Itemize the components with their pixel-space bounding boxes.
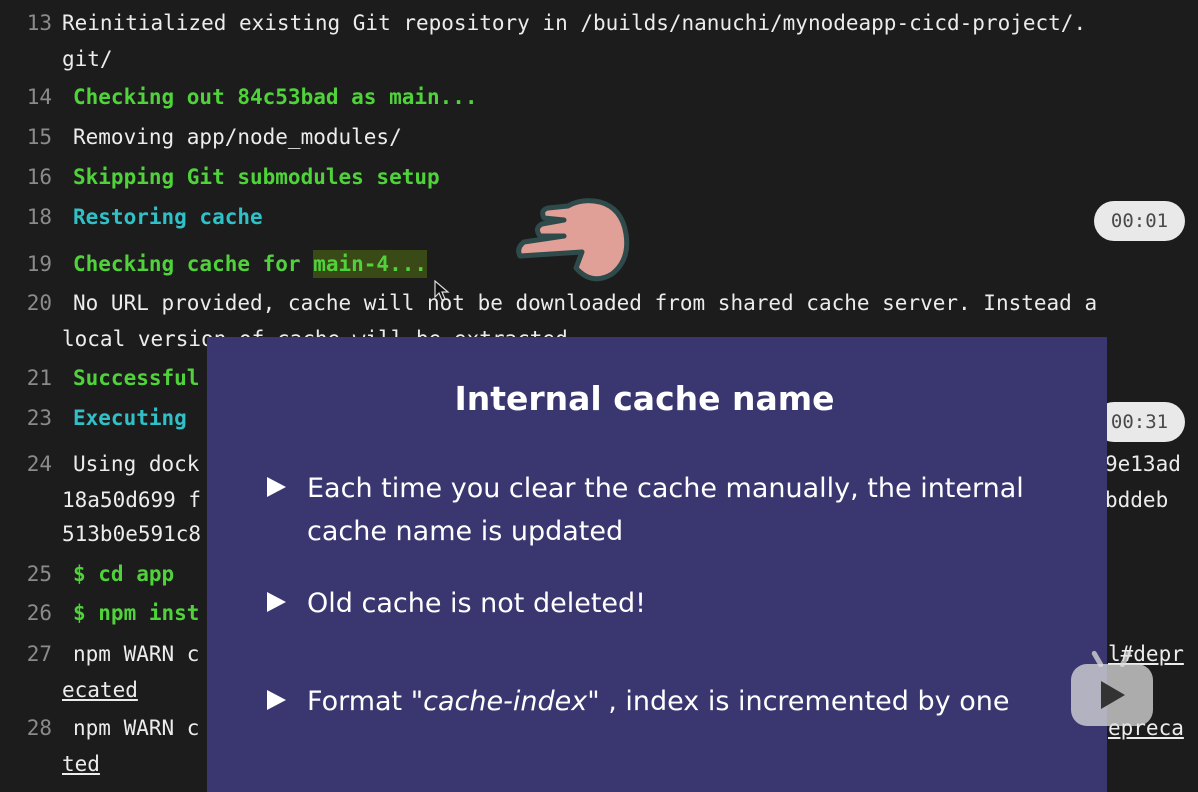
log-text: Checking cache for main-4... — [73, 246, 428, 282]
slide-title: Internal cache name — [454, 379, 835, 418]
section-duration-badge: 00:31 — [1094, 402, 1185, 442]
triangle-bullet-icon — [267, 477, 286, 497]
slide-overlay: Internal cache name Each time you clear … — [207, 337, 1107, 792]
bullet-text: Format "cache-index" , index is incremen… — [307, 680, 1067, 723]
format-emphasis: cache-index — [423, 686, 588, 717]
triangle-bullet-icon — [267, 592, 286, 612]
log-text: Removing app/node_modules/ — [73, 125, 402, 149]
log-text: $ cd app — [73, 562, 175, 586]
line-number[interactable]: 23 — [18, 400, 52, 436]
bullet-text: Old cache is not deleted! — [307, 588, 646, 619]
section-duration-badge: 00:01 — [1094, 201, 1185, 241]
line-number[interactable]: 15 — [18, 119, 52, 155]
pointing-hand-icon — [516, 198, 630, 282]
line-number[interactable]: 20 — [18, 285, 52, 321]
line-number[interactable]: 27 — [18, 636, 52, 672]
log-text: $ npm inst — [73, 601, 200, 625]
play-triangle — [1101, 681, 1125, 709]
log-text: npm WARN c — [73, 642, 200, 666]
line-number[interactable]: 16 — [18, 159, 52, 195]
bullet-text: Each time you clear the cache manually, … — [307, 473, 1024, 547]
docs-link[interactable]: ecated — [62, 672, 138, 708]
cache-key-highlight: main-4... — [313, 250, 428, 278]
line-number[interactable]: 14 — [18, 79, 52, 115]
log-text: Executing — [73, 406, 187, 430]
log-text: git/ — [62, 47, 113, 71]
log-text: Reinitialized existing Git repository in… — [62, 11, 1087, 35]
line-number[interactable]: 28 — [18, 710, 52, 746]
log-text: 18a50d699 f — [62, 488, 202, 512]
log-text: Skipping Git submodules setup — [73, 165, 440, 189]
line-number[interactable]: 19 — [18, 246, 52, 282]
play-icon[interactable] — [1071, 649, 1153, 726]
log-text: Restoring cache — [73, 205, 263, 229]
bullet-text-part: Format " — [307, 686, 424, 717]
triangle-bullet-icon — [267, 690, 286, 710]
line-number[interactable]: 18 — [18, 199, 52, 235]
line-number[interactable]: 13 — [18, 5, 52, 41]
log-text: npm WARN c — [73, 716, 200, 740]
log-text-prefix: Checking cache for — [73, 252, 314, 276]
log-text-right: bddeb — [1105, 488, 1169, 512]
log-text: Using dock — [73, 452, 200, 476]
line-number[interactable]: 26 — [18, 595, 52, 631]
line-number[interactable]: 25 — [18, 556, 52, 592]
log-text: No URL provided, cache will not be downl… — [73, 291, 1098, 315]
docs-link[interactable]: ted — [62, 746, 100, 782]
log-text-right: 9e13ad — [1105, 452, 1181, 476]
log-text: Successful — [73, 366, 200, 390]
line-number[interactable]: 21 — [18, 360, 52, 396]
line-number[interactable]: 24 — [18, 446, 52, 482]
log-text: Checking out 84c53bad as main... — [73, 85, 478, 109]
bullet-text-part: " , index is incremented by one — [587, 686, 1010, 717]
mouse-cursor-icon — [434, 280, 450, 301]
log-text: 513b0e591c8 — [62, 522, 202, 546]
